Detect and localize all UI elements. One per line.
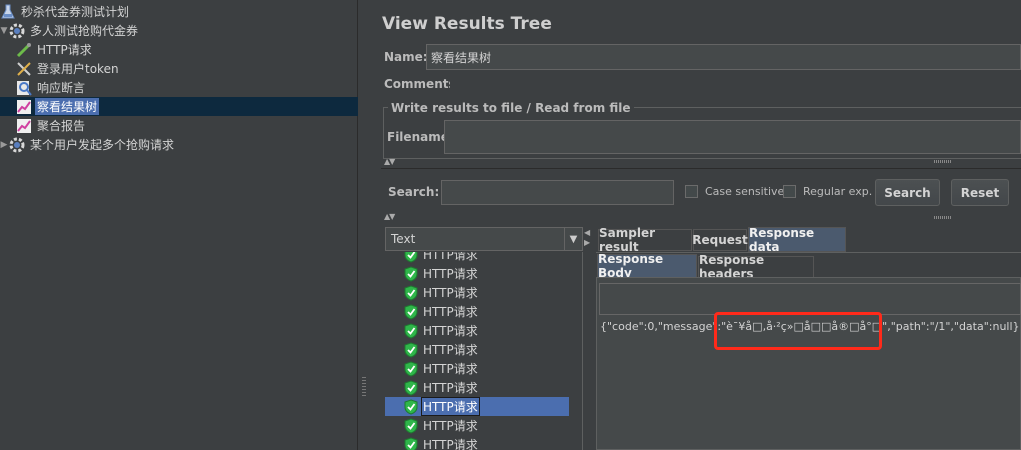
tree-item-label: HTTP请求 [37,43,92,57]
tree-item-aggregate-report[interactable]: 聚合报告 [16,116,87,135]
tree-item-label: 多人测试抢购代金券 [30,24,139,38]
test-plan-tree: 秒杀代金券测试计划 ▼ 多人测试抢购代金券 HTTP请求 登录用户token 响… [0,0,358,450]
chevron-down-icon[interactable]: ▼ [564,228,582,250]
result-row-label: HTTP请求 [423,324,478,338]
checkbox-box[interactable] [783,185,796,198]
result-row[interactable]: HTTP请求 [385,283,569,302]
regex-label: Regular exp. [803,185,873,198]
result-row[interactable]: HTTP请求 [385,340,569,359]
search-label: Search: [388,185,440,199]
result-row-label: HTTP请求 [423,286,478,300]
comments-field[interactable] [450,75,1021,93]
collapse-arrows-icon[interactable]: ▲▼ [384,212,395,221]
flask-icon [0,4,16,20]
tree-item-response-assertion[interactable]: 响应断言 [16,78,87,97]
result-row[interactable]: HTTP请求 [385,359,569,378]
chevron-right-icon[interactable]: ▶ [0,139,8,151]
tools-icon [16,61,32,77]
tree-item-thread-group-2[interactable]: ▶ 某个用户发起多个抢购请求 [0,135,176,154]
tree-item-thread-group-1[interactable]: ▼ 多人测试抢购代金券 [0,21,140,40]
tab-response-headers[interactable]: Response headers [698,253,814,281]
shield-check-icon [403,417,419,434]
result-row[interactable]: HTTP请求 [385,397,569,416]
tree-item-label: 响应断言 [37,81,86,95]
name-label: Name: [384,50,428,64]
result-row-label: HTTP请求 [423,362,478,376]
result-row[interactable]: HTTP请求 [385,416,569,435]
tree-item-label: 登录用户token [37,62,119,76]
result-row-label: HTTP请求 [423,343,478,357]
tree-item-label: 某个用户发起多个抢购请求 [30,138,175,152]
comments-label: Comments: [384,77,461,91]
result-row[interactable]: HTTP请求 [385,378,569,397]
result-row[interactable]: HTTP请求 [385,252,569,264]
shield-check-icon [403,303,419,320]
result-row[interactable]: HTTP请求 [385,435,569,450]
result-row[interactable]: HTTP请求 [385,302,569,321]
shield-check-icon [403,322,419,339]
chart-icon [16,99,32,115]
result-row-label: HTTP请求 [423,419,478,433]
filename-label: Filename [387,130,449,144]
collapse-arrows-icon[interactable]: ◀ ▶ [584,228,590,248]
shield-check-icon [403,252,419,263]
page-title: View Results Tree [382,14,552,34]
splitter-grip[interactable] [362,377,366,397]
gear-icon [9,137,25,153]
tab-request[interactable]: Request [692,229,748,251]
chart-icon [16,118,32,134]
result-row-label: HTTP请求 [421,397,480,416]
results-splitter[interactable]: ◀ ▶ [583,228,596,450]
renderer-value: Text [391,232,416,246]
search-input[interactable] [441,180,674,205]
annotation-highlight-box [714,312,882,350]
result-row-label: HTTP请求 [423,252,478,262]
view-results-tree-panel: View Results Tree Name: 察看结果树 Comments: … [370,0,1021,450]
shield-check-icon [403,360,419,377]
case-sensitive-checkbox[interactable]: Case sensitive [685,185,784,198]
chevron-down-icon[interactable]: ▼ [0,25,8,37]
case-sensitive-label: Case sensitive [705,185,785,198]
shield-check-icon [403,341,419,358]
main-splitter[interactable] [358,0,370,450]
tree-item-test-plan[interactable]: 秒杀代金券测试计划 [0,2,131,21]
tree-item-view-results-tree[interactable]: 察看结果树 [0,97,358,116]
tree-item-label: 秒杀代金券测试计划 [21,5,130,19]
tab-sampler-result[interactable]: Sampler result [598,226,692,254]
reset-button[interactable]: Reset [951,179,1009,206]
shield-check-icon [403,436,419,450]
result-row-label: HTTP请求 [423,438,478,450]
result-row-label: HTTP请求 [423,305,478,319]
split-grip[interactable] [934,160,952,163]
tree-item-http-request[interactable]: HTTP请求 [16,40,94,59]
checkbox-box[interactable] [685,185,698,198]
regex-checkbox[interactable]: Regular exp. [783,185,872,198]
shield-check-icon [403,379,419,396]
tree-item-label: 察看结果树 [35,98,100,115]
renderer-select[interactable]: Text ▼ [385,227,583,251]
write-results-label: Write results to file / Read from file [388,101,634,115]
tree-item-login-token[interactable]: 登录用户token [16,59,121,78]
split-grip[interactable] [934,216,952,219]
shield-check-icon [403,265,419,282]
filename-field[interactable] [444,120,1021,154]
collapse-arrows-icon[interactable]: ▲▼ [384,157,395,166]
result-row[interactable]: HTTP请求 [385,321,569,340]
tree-item-label: 聚合报告 [37,119,86,133]
tab-response-body[interactable]: Response Body [597,252,697,280]
result-row-label: HTTP请求 [423,267,478,281]
gear-icon [9,23,25,39]
tab-response-data[interactable]: Response data [748,226,846,254]
name-field[interactable]: 察看结果树 [426,44,1021,70]
result-row[interactable]: HTTP请求 [385,264,569,283]
result-row-label: HTTP请求 [423,381,478,395]
shield-check-icon [403,284,419,301]
search-button[interactable]: Search [875,179,940,206]
pipette-icon [16,42,32,58]
magnifier-icon [16,80,32,96]
results-list[interactable]: HTTP请求 HTTP请求 HTTP请求 HTTP请求 HTTP请求 HTTP请求 HTTP… [385,252,583,450]
response-search-field[interactable] [599,283,1021,315]
shield-check-icon [403,398,419,415]
